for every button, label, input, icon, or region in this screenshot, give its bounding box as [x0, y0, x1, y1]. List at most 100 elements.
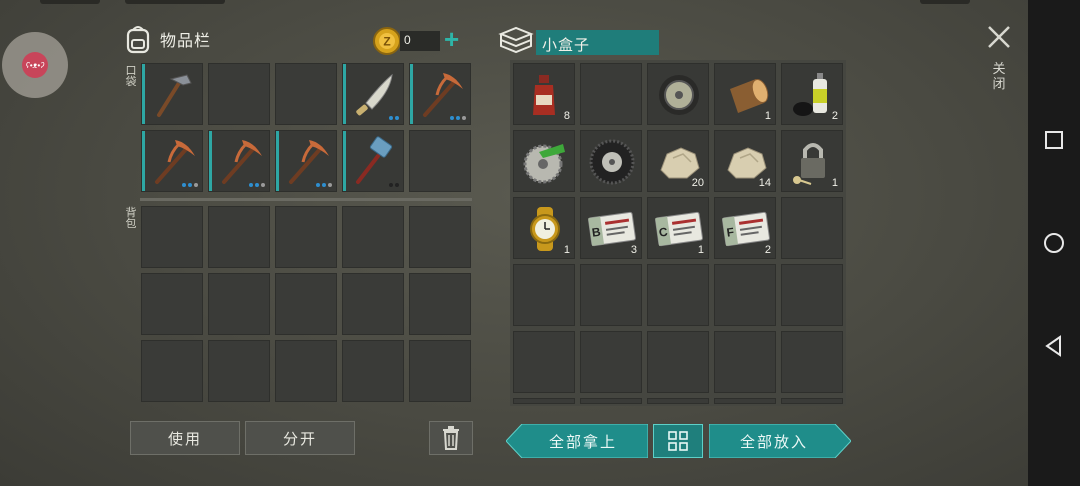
durability-dots: [450, 116, 466, 120]
sort-button[interactable]: [653, 424, 703, 458]
status-bar-fragment: [125, 0, 225, 4]
item-quantity: 1: [764, 110, 771, 122]
backpack-slot[interactable]: [342, 206, 404, 268]
backpack-slot[interactable]: [141, 206, 203, 268]
take-all-button[interactable]: 全部拿上: [506, 424, 648, 458]
durability-dots: [182, 183, 198, 187]
backpack-slot[interactable]: [275, 206, 337, 268]
backpack-slot[interactable]: [342, 340, 404, 402]
container-slot-stone[interactable]: 14: [714, 130, 776, 192]
pocket-slot-pickaxe-hammer[interactable]: [141, 63, 203, 125]
split-button[interactable]: 分开: [245, 421, 355, 455]
container-slot-empty[interactable]: [781, 398, 843, 404]
container-slot-empty[interactable]: [580, 63, 642, 125]
trash-button[interactable]: [429, 421, 473, 455]
backpack-slot[interactable]: [275, 273, 337, 335]
inventory-header: 物品栏: [124, 24, 211, 54]
container-slot-tire[interactable]: [580, 130, 642, 192]
item-quantity: 1: [697, 244, 704, 256]
box-stack-icon: [498, 24, 534, 61]
container-slot-empty[interactable]: [513, 331, 575, 393]
trash-icon: [443, 426, 459, 450]
pocket-slot-empty[interactable]: [409, 130, 471, 192]
durability-dots: [316, 183, 332, 187]
backpack-slot[interactable]: [141, 273, 203, 335]
container-slot-empty[interactable]: [714, 331, 776, 393]
container-slot-empty[interactable]: [580, 398, 642, 404]
durability-dots: [249, 183, 265, 187]
container-slot-saw-blade[interactable]: [513, 130, 575, 192]
container-slot-empty[interactable]: [513, 264, 575, 326]
container-slot-empty[interactable]: [647, 331, 709, 393]
close-button[interactable]: 关闭: [984, 22, 1014, 102]
container-slot-empty[interactable]: [580, 331, 642, 393]
container-slot-empty[interactable]: [647, 264, 709, 326]
container-slot-bottle[interactable]: 8: [513, 63, 575, 125]
backpack-slot[interactable]: [275, 340, 337, 402]
back-button[interactable]: [1042, 334, 1066, 358]
status-bar-fragment: [40, 0, 100, 4]
add-coins-button[interactable]: +: [444, 24, 459, 55]
container-slot-empty[interactable]: [714, 398, 776, 404]
pocket-slot-pickaxe[interactable]: [275, 130, 337, 192]
item-quantity: 3: [630, 244, 637, 256]
backpack-slot[interactable]: [409, 273, 471, 335]
container-slot-wood-log[interactable]: 1: [714, 63, 776, 125]
container-name: 小盒子: [542, 37, 591, 54]
container-slot-stone[interactable]: 20: [647, 130, 709, 192]
pocket-slot-sledgehammer[interactable]: [342, 130, 404, 192]
back-nav-icon: [1045, 335, 1061, 357]
container-slot-army-card[interactable]: B3: [580, 197, 642, 259]
system-nav-bar: [1028, 0, 1080, 486]
recents-button[interactable]: [1042, 128, 1066, 152]
container-slot-spray-can[interactable]: 2: [781, 63, 843, 125]
svg-text:Z: Z: [383, 35, 390, 49]
backpack-slot[interactable]: [409, 206, 471, 268]
backpack-slot[interactable]: [409, 340, 471, 402]
container-slot-gold-watch[interactable]: 1: [513, 197, 575, 259]
container-slot-empty[interactable]: [647, 398, 709, 404]
backpack-slot[interactable]: [208, 206, 270, 268]
container-slot-army-card[interactable]: C1: [647, 197, 709, 259]
container-slot-empty[interactable]: [580, 264, 642, 326]
pocket-slot-empty[interactable]: [275, 63, 337, 125]
put-all-button[interactable]: 全部放入: [709, 424, 851, 458]
backpack-slot[interactable]: [208, 273, 270, 335]
pocket-label: 口袋: [125, 65, 137, 88]
durability-dots: [389, 116, 399, 120]
pocket-slot-pickaxe[interactable]: [208, 130, 270, 192]
pocket-slot-pickaxe[interactable]: [141, 130, 203, 192]
container-slot-wheel-disc[interactable]: [647, 63, 709, 125]
container-name-field[interactable]: 小盒子: [536, 30, 659, 55]
container-slot-empty[interactable]: [513, 398, 575, 404]
backpack-label: 背包: [125, 207, 137, 230]
coin-amount: 0: [404, 33, 411, 47]
item-quantity: 1: [563, 244, 570, 256]
coin-icon: Z: [373, 27, 401, 55]
container-slot-empty[interactable]: [714, 264, 776, 326]
item-quantity: 20: [691, 177, 704, 189]
container-slot-empty[interactable]: [781, 197, 843, 259]
container-slot-army-card[interactable]: F2: [714, 197, 776, 259]
backpack-slot[interactable]: [208, 340, 270, 402]
status-bar-fragment: [920, 0, 970, 4]
container-slot-padlock-key[interactable]: 1: [781, 130, 843, 192]
container-slot-empty[interactable]: [781, 264, 843, 326]
item-quantity: 8: [563, 110, 570, 122]
item-quantity: 2: [764, 244, 771, 256]
close-label: 关闭: [992, 61, 1006, 91]
pocket-slot-machete[interactable]: [342, 63, 404, 125]
pocket-slot-pickaxe[interactable]: [409, 63, 471, 125]
backpack-slot[interactable]: [141, 340, 203, 402]
item-quantity: 1: [831, 177, 838, 189]
backpack-slot[interactable]: [342, 273, 404, 335]
home-button[interactable]: [1042, 231, 1066, 255]
container-slot-empty[interactable]: [781, 331, 843, 393]
floating-assistant-button[interactable]: ʕ•ᴥ•ʔ: [2, 32, 68, 98]
coin-counter: Z 0 +: [372, 24, 472, 56]
use-button[interactable]: 使用: [130, 421, 240, 455]
pocket-slot-empty[interactable]: [208, 63, 270, 125]
circle-nav-icon: [1044, 233, 1064, 253]
inventory-title: 物品栏: [160, 33, 212, 50]
close-icon: [988, 26, 1010, 48]
